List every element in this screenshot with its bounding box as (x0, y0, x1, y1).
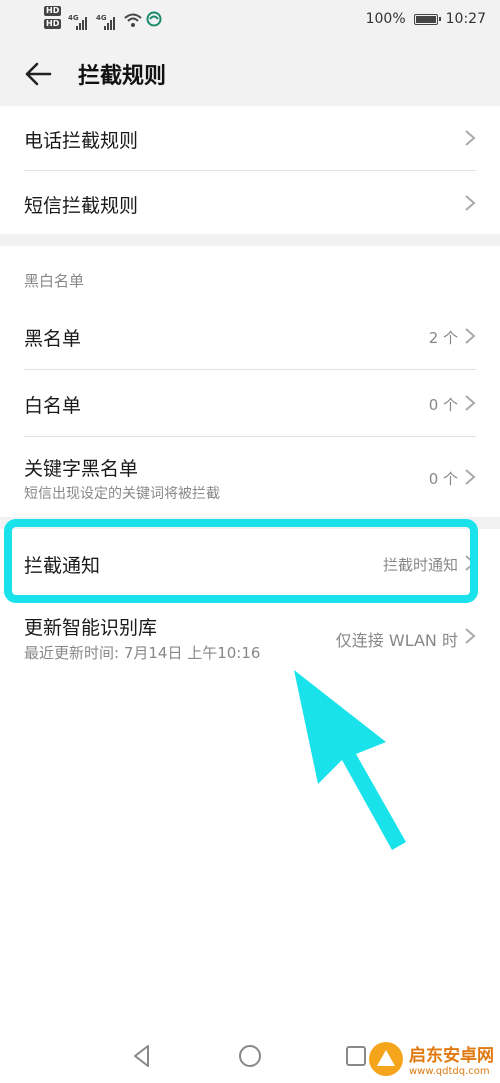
chevron-right-icon (465, 469, 476, 485)
phone-rules-item[interactable]: 电话拦截规则 (0, 106, 500, 170)
item-label: 黑名单 (24, 328, 82, 350)
chevron-right-icon (465, 130, 476, 146)
section-title: 黑白名单 (24, 272, 85, 290)
keyword-blacklist-item[interactable]: 关键字黑名单 短信出现设定的关键词将被拦截 0 个 (0, 437, 500, 517)
nav-recents-icon[interactable] (342, 1042, 370, 1070)
status-right: 100% 10:27 (366, 11, 486, 27)
carrier-icon (146, 11, 162, 27)
clock: 10:27 (445, 11, 486, 27)
blacklist-item[interactable]: 黑名单 2 个 (0, 303, 500, 369)
wifi-icon (124, 13, 142, 27)
sms-rules-item[interactable]: 短信拦截规则 (0, 171, 500, 235)
status-bar: HD HD 4G 4G 100% 10:27 (0, 0, 500, 40)
back-arrow-icon[interactable] (24, 60, 52, 88)
watermark-logo-icon (369, 1042, 403, 1076)
chevron-right-icon (465, 195, 476, 211)
item-label: 更新智能识别库 (24, 617, 158, 639)
item-value: 0 个 (428, 396, 458, 414)
signal-icon (76, 16, 90, 30)
update-database-item[interactable]: 更新智能识别库 最近更新时间: 7月14日 上午10:16 仅连接 WLAN 时 (0, 600, 500, 676)
battery-icon (413, 13, 441, 25)
pointer-arrow-icon (294, 670, 406, 850)
item-label: 关键字黑名单 (24, 458, 139, 480)
item-label: 电话拦截规则 (24, 130, 139, 152)
highlight-box (4, 519, 478, 603)
watermark-url: www.qdtdq.com (409, 1066, 490, 1077)
item-subtitle: 最近更新时间: 7月14日 上午10:16 (24, 644, 261, 662)
item-value: 2 个 (428, 329, 458, 347)
nav-home-icon[interactable] (236, 1042, 264, 1070)
item-value: 0 个 (428, 470, 458, 488)
battery-percent: 100% (365, 11, 406, 27)
chevron-right-icon (465, 628, 476, 644)
app-bar: 拦截规则 (0, 40, 500, 106)
item-label: 白名单 (24, 395, 82, 417)
section-gap (0, 234, 500, 246)
signal-icon (104, 16, 118, 30)
whitelist-item[interactable]: 白名单 0 个 (0, 370, 500, 436)
chevron-right-icon (465, 395, 476, 411)
watermark-text: 启东安卓网 www.qdtdq.com (409, 1041, 494, 1077)
watermark-title: 启东安卓网 (409, 1046, 494, 1066)
page-title: 拦截规则 (78, 64, 167, 89)
nav-back-icon[interactable] (128, 1042, 156, 1070)
hd-badge: HD (44, 6, 62, 16)
watermark: 启东安卓网 www.qdtdq.com (369, 1041, 494, 1077)
page: HD HD 4G 4G 100% 10:27 拦截规则 电话拦截规则 短信拦截规… (0, 0, 500, 1083)
item-subtitle: 短信出现设定的关键词将被拦截 (24, 486, 220, 502)
item-label: 短信拦截规则 (24, 195, 139, 217)
item-value: 仅连接 WLAN 时 (335, 631, 458, 650)
chevron-right-icon (465, 328, 476, 344)
hd-badge: HD (44, 19, 62, 29)
